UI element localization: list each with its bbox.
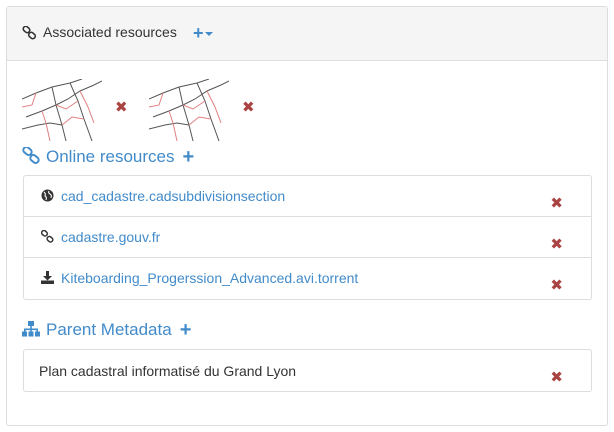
remove-thumbnail-2-button[interactable]: ✖ <box>242 100 255 115</box>
add-online-resource-button[interactable]: + <box>183 146 195 168</box>
link-icon <box>22 146 40 169</box>
globe-icon <box>41 189 54 202</box>
online-resource-link[interactable]: cadastre.gouv.fr <box>61 229 160 245</box>
thumbnail-2[interactable] <box>149 79 229 141</box>
link-icon <box>22 25 37 40</box>
parent-metadata-title: Parent Metadata <box>46 320 172 339</box>
plus-icon: + <box>193 23 204 43</box>
remove-online-resource-button[interactable]: ✖ <box>550 237 563 252</box>
online-resources-heading: Online resources + <box>22 146 194 169</box>
sitemap-icon <box>22 321 40 342</box>
parent-metadata-title-text: Plan cadastral informatisé du Grand Lyon <box>39 363 297 379</box>
parent-metadata-heading: Parent Metadata + <box>22 319 191 342</box>
parent-metadata-list: Plan cadastral informatisé du Grand Lyon… <box>23 349 592 392</box>
add-associated-resource-dropdown[interactable]: + <box>193 23 213 43</box>
panel-title: Associated resources <box>43 24 177 40</box>
link-icon <box>40 229 54 243</box>
online-resources-title: Online resources <box>46 147 175 166</box>
online-resources-list: cad_cadastre.cadsubdivisionsection ✖ cad… <box>23 175 592 300</box>
list-item: Plan cadastral informatisé du Grand Lyon… <box>24 350 591 391</box>
list-item: cad_cadastre.cadsubdivisionsection ✖ <box>24 176 591 217</box>
caret-down-icon <box>204 32 213 37</box>
online-resource-link[interactable]: Kiteboarding_Progerssion_Advanced.avi.to… <box>61 270 358 286</box>
download-icon <box>41 271 54 284</box>
remove-online-resource-button[interactable]: ✖ <box>550 278 563 293</box>
thumbnail-1[interactable] <box>22 79 102 141</box>
remove-thumbnail-1-button[interactable]: ✖ <box>115 100 128 115</box>
list-item: Kiteboarding_Progerssion_Advanced.avi.to… <box>24 258 591 299</box>
panel-heading: Associated resources + <box>7 7 607 61</box>
online-resource-link[interactable]: cad_cadastre.cadsubdivisionsection <box>61 188 285 204</box>
remove-online-resource-button[interactable]: ✖ <box>550 196 563 211</box>
resources-panel: Associated resources + ✖ ✖ Online resour… <box>6 6 608 426</box>
add-parent-metadata-button[interactable]: + <box>180 319 192 341</box>
remove-parent-metadata-button[interactable]: ✖ <box>550 370 563 385</box>
list-item: cadastre.gouv.fr ✖ <box>24 217 591 258</box>
